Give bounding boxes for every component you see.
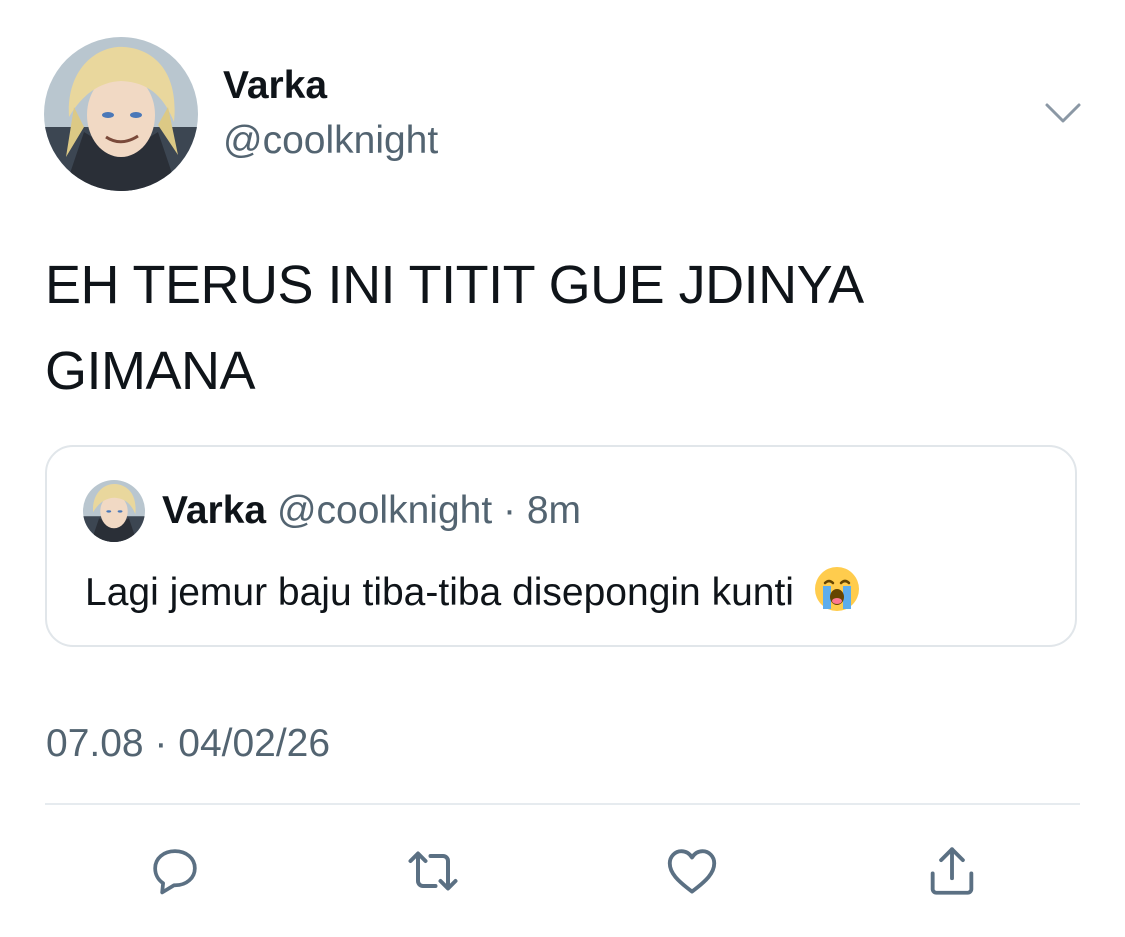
quoted-tweet-text-row: Lagi jemur baju tiba-tiba disepongin kun… <box>85 565 861 623</box>
retweet-button[interactable] <box>403 841 463 901</box>
loudly-crying-face-emoji-icon <box>813 565 861 623</box>
retweet-icon <box>408 851 458 891</box>
tweet-text-line: EH TERUS INI TITIT GUE JDINYA <box>45 255 864 315</box>
avatar-image <box>44 37 198 191</box>
quoted-author-handle: @coolknight <box>276 489 493 532</box>
quoted-tweet-age: 8m <box>526 489 582 532</box>
tweet-timestamp[interactable]: 07.08 · 04/02/26 <box>46 722 330 766</box>
share-button[interactable] <box>922 841 982 901</box>
author-handle[interactable]: @coolknight <box>223 119 438 163</box>
quoted-tweet-header: Varka @coolknight · 8m <box>162 489 581 533</box>
divider <box>45 803 1080 805</box>
quoted-separator: · <box>503 489 517 532</box>
tweet-text: EH TERUS INI TITIT GUE JDINYA GIMANA <box>45 242 1045 414</box>
quoted-author-name: Varka <box>162 489 267 532</box>
like-button[interactable] <box>662 841 722 901</box>
quoted-tweet-text: Lagi jemur baju tiba-tiba disepongin kun… <box>85 571 794 614</box>
chevron-down-icon[interactable] <box>1043 97 1083 129</box>
reply-button[interactable] <box>145 841 205 901</box>
author-display-name[interactable]: Varka <box>223 64 327 108</box>
share-icon <box>930 847 974 895</box>
avatar-image <box>83 480 145 542</box>
heart-icon <box>667 849 717 894</box>
quoted-author-avatar <box>83 480 145 542</box>
reply-icon <box>153 849 197 895</box>
tweet-text-line: GIMANA <box>45 341 256 401</box>
author-avatar[interactable] <box>44 37 198 191</box>
